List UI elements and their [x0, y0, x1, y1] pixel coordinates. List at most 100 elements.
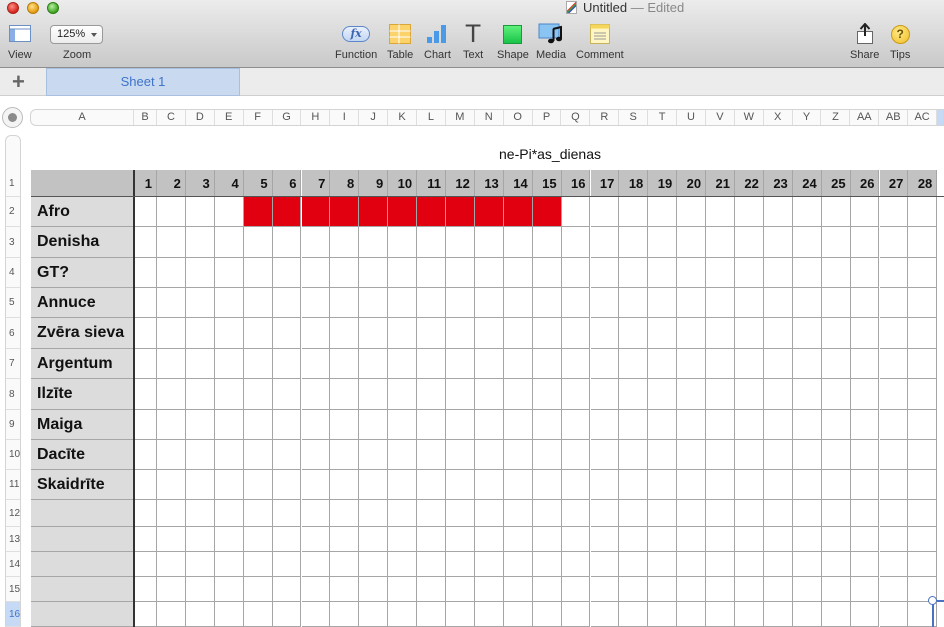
column-header-e[interactable]: E — [215, 110, 244, 125]
column-header-j[interactable]: J — [359, 110, 389, 125]
day-cell[interactable] — [850, 602, 880, 627]
day-cell[interactable] — [677, 577, 707, 602]
day-cell[interactable] — [243, 500, 273, 527]
day-cell[interactable] — [301, 227, 331, 258]
day-header[interactable]: 28 — [908, 170, 938, 197]
day-cell[interactable] — [648, 379, 678, 410]
day-cell[interactable] — [850, 318, 880, 349]
column-header-ac[interactable]: AC — [908, 110, 938, 125]
day-cell[interactable] — [417, 258, 446, 288]
day-cell[interactable] — [879, 552, 909, 577]
day-cell[interactable] — [763, 500, 793, 527]
highlighted-day-cell[interactable] — [359, 197, 389, 227]
day-cell[interactable] — [763, 318, 793, 349]
day-header[interactable]: 26 — [850, 170, 880, 197]
day-cell[interactable] — [619, 577, 649, 602]
day-header[interactable]: 3 — [185, 170, 215, 197]
day-cell[interactable] — [301, 410, 331, 440]
day-cell[interactable] — [590, 288, 620, 318]
day-header[interactable]: 25 — [821, 170, 851, 197]
column-header-n[interactable]: N — [475, 110, 504, 125]
column-header-k[interactable]: K — [388, 110, 418, 125]
day-cell[interactable] — [677, 470, 707, 500]
day-cell[interactable] — [417, 379, 446, 410]
day-cell[interactable] — [157, 258, 186, 288]
day-cell[interactable] — [503, 379, 533, 410]
day-cell[interactable] — [619, 288, 649, 318]
day-cell[interactable] — [763, 258, 793, 288]
day-cell[interactable] — [648, 602, 678, 627]
day-cell[interactable] — [272, 440, 302, 470]
column-header-x[interactable]: X — [764, 110, 793, 125]
day-cell[interactable] — [214, 288, 244, 318]
day-cell[interactable] — [474, 410, 504, 440]
day-cell[interactable] — [706, 577, 735, 602]
day-cell[interactable] — [879, 440, 909, 470]
day-cell[interactable] — [879, 318, 909, 349]
day-cell[interactable] — [214, 227, 244, 258]
day-cell[interactable] — [619, 552, 649, 577]
day-cell[interactable] — [446, 410, 475, 440]
day-cell[interactable] — [532, 227, 562, 258]
day-cell[interactable] — [677, 602, 707, 627]
row-header-10[interactable]: 10 — [5, 440, 21, 470]
day-cell[interactable] — [474, 318, 504, 349]
day-cell[interactable] — [590, 500, 620, 527]
day-cell[interactable] — [157, 379, 186, 410]
tips-button[interactable]: ? Tips — [890, 22, 910, 61]
row-header-13[interactable]: 13 — [5, 527, 21, 552]
day-cell[interactable] — [503, 440, 533, 470]
day-header[interactable]: 14 — [503, 170, 533, 197]
day-cell[interactable] — [474, 470, 504, 500]
day-cell[interactable] — [503, 470, 533, 500]
day-cell[interactable] — [821, 577, 851, 602]
day-cell[interactable] — [446, 470, 475, 500]
day-cell[interactable] — [590, 552, 620, 577]
day-cell[interactable] — [648, 318, 678, 349]
day-cell[interactable] — [821, 197, 851, 227]
day-cell[interactable] — [330, 227, 360, 258]
day-cell[interactable] — [214, 500, 244, 527]
day-cell[interactable] — [561, 258, 591, 288]
day-cell[interactable] — [417, 410, 446, 440]
day-cell[interactable] — [908, 379, 938, 410]
day-cell[interactable] — [134, 258, 157, 288]
day-cell[interactable] — [359, 318, 389, 349]
day-cell[interactable] — [417, 227, 446, 258]
day-cell[interactable] — [503, 527, 533, 552]
day-cell[interactable] — [503, 288, 533, 318]
day-cell[interactable] — [301, 500, 331, 527]
day-cell[interactable] — [134, 470, 157, 500]
day-cell[interactable] — [648, 258, 678, 288]
column-header-f[interactable]: F — [244, 110, 273, 125]
row-header-2[interactable]: 2 — [5, 197, 21, 227]
day-cell[interactable] — [561, 440, 591, 470]
day-cell[interactable] — [763, 577, 793, 602]
column-header-o[interactable]: O — [504, 110, 533, 125]
day-cell[interactable] — [648, 410, 678, 440]
day-cell[interactable] — [157, 197, 186, 227]
day-cell[interactable] — [474, 602, 504, 627]
day-cell[interactable] — [763, 349, 793, 379]
day-cell[interactable] — [388, 577, 418, 602]
day-cell[interactable] — [735, 410, 764, 440]
day-cell[interactable] — [706, 527, 735, 552]
day-cell[interactable] — [388, 602, 418, 627]
day-cell[interactable] — [243, 552, 273, 577]
day-cell[interactable] — [561, 500, 591, 527]
day-header[interactable]: 12 — [446, 170, 475, 197]
column-header-s[interactable]: S — [619, 110, 649, 125]
name-cell[interactable]: Skaidrīte — [31, 470, 134, 500]
day-cell[interactable] — [821, 318, 851, 349]
day-cell[interactable] — [301, 258, 331, 288]
day-cell[interactable] — [185, 440, 215, 470]
day-cell[interactable] — [532, 577, 562, 602]
row-header-4[interactable]: 4 — [5, 258, 21, 288]
day-cell[interactable] — [792, 197, 822, 227]
day-header[interactable]: 9 — [359, 170, 389, 197]
column-header-p[interactable]: P — [533, 110, 562, 125]
column-header-q[interactable]: Q — [561, 110, 591, 125]
day-cell[interactable] — [850, 577, 880, 602]
day-cell[interactable] — [850, 197, 880, 227]
function-button[interactable]: fx Function — [335, 22, 377, 61]
